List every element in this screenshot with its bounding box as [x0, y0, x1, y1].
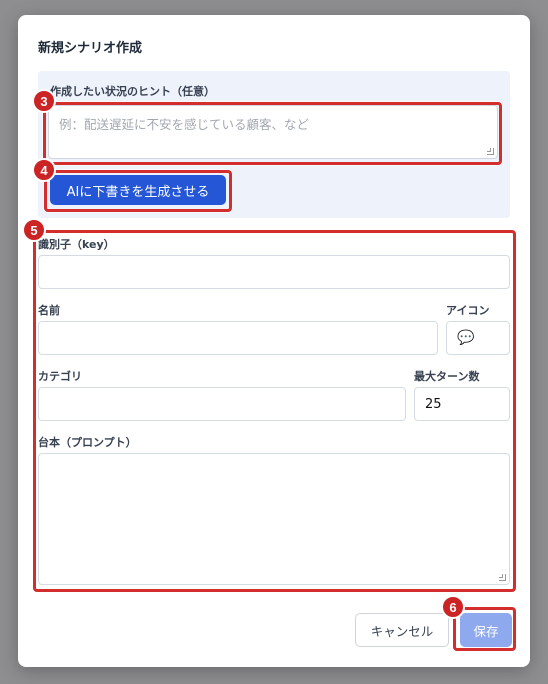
dialog-title: 新規シナリオ作成 [38, 41, 143, 56]
highlight-box-3 [43, 102, 502, 165]
hint-label: 作成したい状況のヒント（任意） [50, 85, 215, 98]
annotation-badge-6: 6 [441, 595, 465, 619]
annotation-badge-3: 3 [32, 89, 56, 113]
highlight-box-4 [44, 170, 232, 212]
cancel-button[interactable]: キャンセル [355, 613, 449, 647]
highlight-box-5 [33, 230, 516, 592]
annotation-badge-5: 5 [22, 218, 46, 242]
annotation-badge-4: 4 [32, 158, 56, 182]
